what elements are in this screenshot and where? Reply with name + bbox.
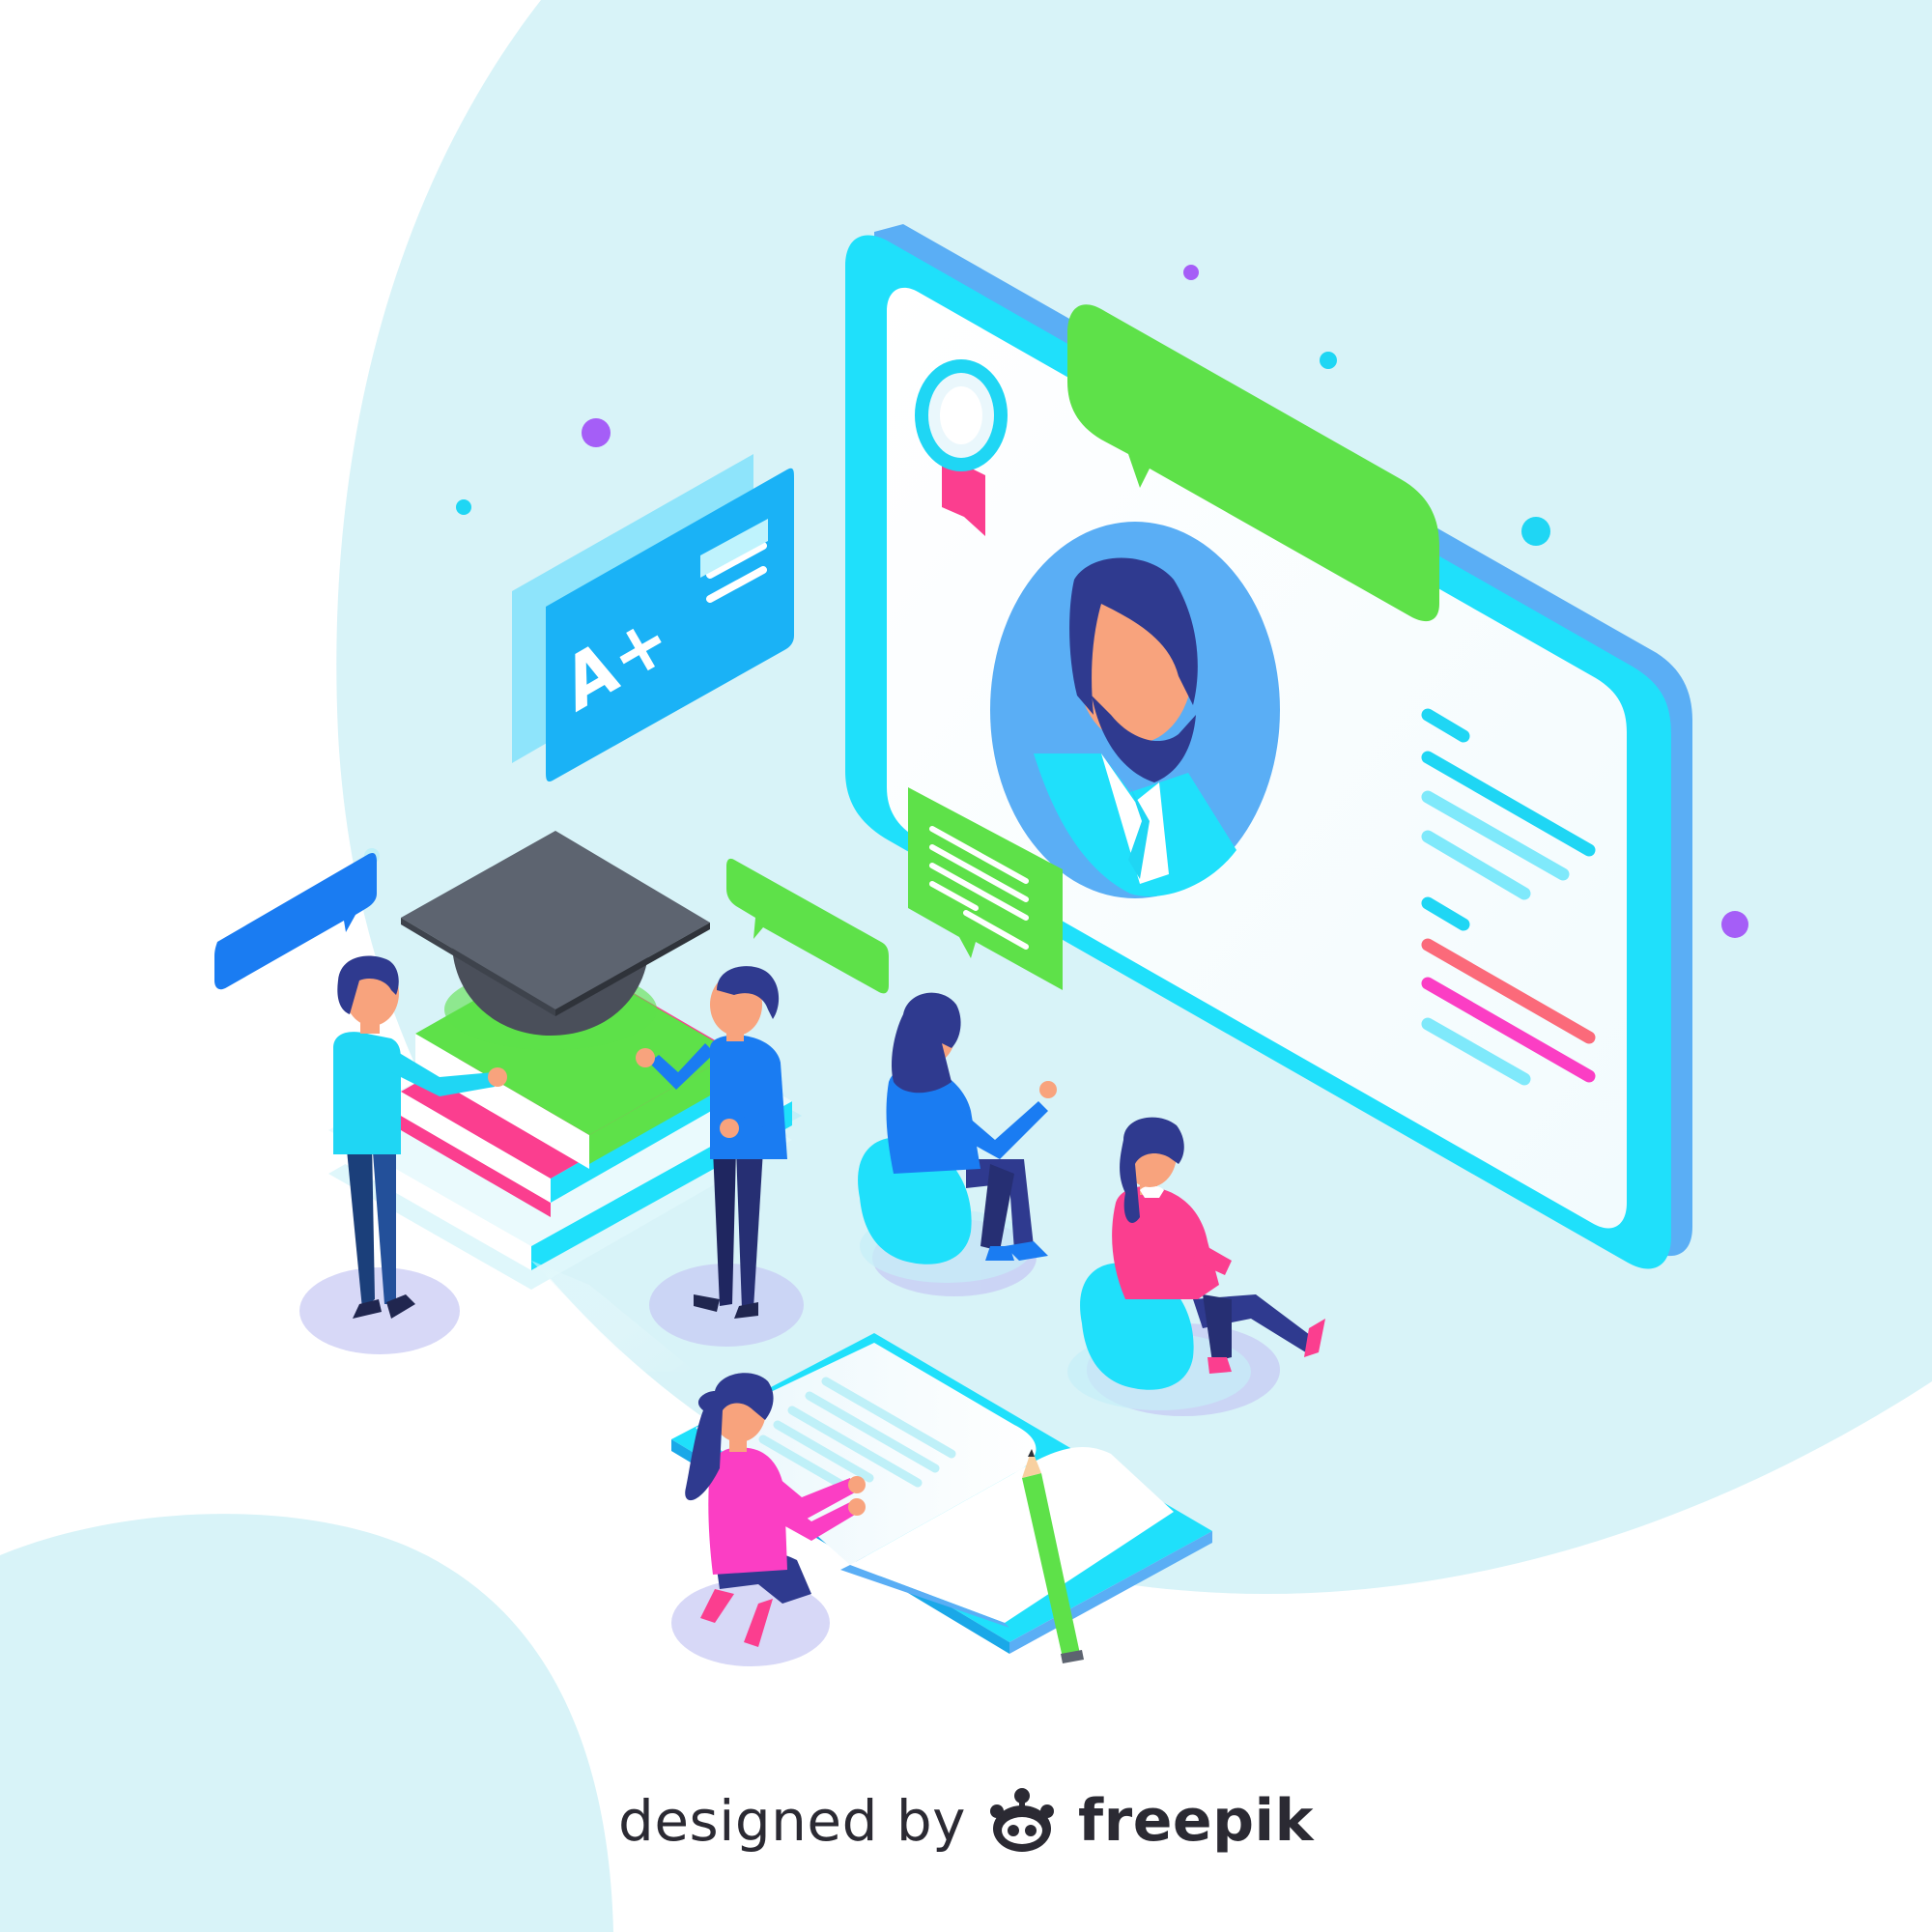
avatar xyxy=(990,522,1280,898)
dot xyxy=(456,499,471,515)
dot xyxy=(1521,517,1550,546)
background-blob-corner xyxy=(0,1514,613,1932)
credit-footer: designed by freepik xyxy=(0,1777,1932,1864)
dot xyxy=(1183,265,1199,280)
freepik-logo-icon xyxy=(990,1788,1054,1852)
credit-prefix: designed by xyxy=(618,1788,966,1854)
dot xyxy=(582,418,611,447)
education-illustration: A+ xyxy=(0,0,1932,1932)
dot xyxy=(1320,352,1337,369)
dot xyxy=(1721,911,1748,938)
credit-brand: freepik xyxy=(1078,1787,1314,1855)
